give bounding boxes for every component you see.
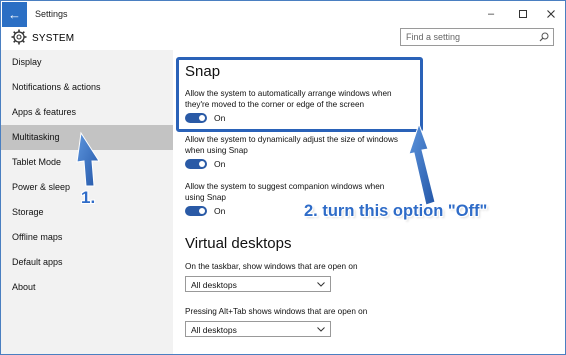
maximize-button[interactable] [513,6,533,22]
sidebar-item-multitasking[interactable]: Multitasking [1,125,173,150]
sidebar-item-offline-maps[interactable]: Offline maps [1,225,173,250]
search-input[interactable] [406,31,534,43]
gear-icon [11,29,27,45]
chevron-down-icon [317,282,325,287]
title-bar: ← Settings – [1,1,565,28]
chevron-down-icon [317,327,325,332]
search-icon[interactable] [539,32,549,42]
snap-resize-toggle[interactable] [185,159,207,169]
virtual-desktops-heading: Virtual desktops [185,235,292,252]
alttab-dropdown-value: All desktops [191,325,237,335]
sidebar-item-display[interactable]: Display [1,50,173,75]
minimize-button[interactable]: – [481,6,501,22]
sidebar-item-notifications[interactable]: Notifications & actions [1,75,173,100]
close-button[interactable] [541,6,561,22]
alttab-desktops-dropdown[interactable]: All desktops [185,321,331,337]
annotation-step1: 1. [81,188,96,207]
snap-highlight-box [176,57,423,132]
page-title: SYSTEM [32,33,75,44]
back-arrow-icon: ← [8,7,21,22]
sidebar-item-tablet-mode[interactable]: Tablet Mode [1,150,173,175]
settings-header: SYSTEM [1,28,565,50]
snap-option3-state: On [214,206,226,216]
sidebar-item-about[interactable]: About [1,275,173,300]
window-title: Settings [35,9,68,19]
back-button[interactable]: ← [2,2,27,27]
taskbar-dropdown-value: All desktops [191,280,237,290]
maximize-icon [519,10,527,18]
taskbar-desktops-dropdown[interactable]: All desktops [185,276,331,292]
sidebar-item-default-apps[interactable]: Default apps [1,250,173,275]
settings-window: ← Settings – SYSTEM Find a setting Displ… [0,0,566,355]
snap-option2-text: Allow the system to dynamically adjust t… [185,135,398,155]
close-icon [547,10,555,18]
minimize-icon: – [487,8,495,20]
taskbar-label: On the taskbar, show windows that are op… [185,262,358,271]
snap-option2-state: On [214,159,226,169]
search-box[interactable] [400,28,554,46]
sidebar-item-apps[interactable]: Apps & features [1,100,173,125]
snap-option3-text: Allow the system to suggest companion wi… [185,182,385,202]
annotation-step2: 2. turn this option "Off" [304,202,488,220]
snap-suggest-toggle[interactable] [185,206,207,216]
alttab-label: Pressing Alt+Tab shows windows that are … [185,307,368,316]
